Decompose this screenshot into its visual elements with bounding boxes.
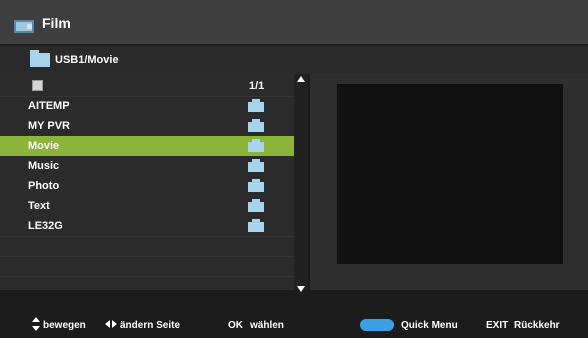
up-down-arrows-icon xyxy=(32,317,40,331)
divider xyxy=(0,276,294,277)
file-list: 1/1 AITEMP MY PVR Movie Music Photo Text… xyxy=(0,74,294,290)
footer-help-bar: bewegen ändern Seite OK wählen Quick Men… xyxy=(0,312,588,338)
list-item-label: MY PVR xyxy=(28,120,70,132)
list-item-label: Text xyxy=(28,200,50,212)
hint-quick-menu: Quick Menu xyxy=(401,320,458,331)
list-scrollbar[interactable] xyxy=(294,74,308,292)
divider xyxy=(0,236,294,237)
folder-icon xyxy=(248,219,264,232)
title-bar: Film xyxy=(0,0,588,44)
hint-change-page: ändern Seite xyxy=(120,320,181,331)
list-item[interactable]: Text xyxy=(0,196,294,216)
folder-icon xyxy=(248,139,264,152)
hint-ok-action: wählen xyxy=(250,320,284,331)
folder-icon xyxy=(248,179,264,192)
list-item-selected[interactable]: Movie xyxy=(0,136,294,156)
window-title: Film xyxy=(42,15,71,31)
parent-folder-icon xyxy=(32,80,43,91)
list-item[interactable]: Photo xyxy=(0,176,294,196)
preview-pane xyxy=(310,74,588,290)
usb-folder-icon xyxy=(30,50,50,67)
list-item-label: LE32G xyxy=(28,220,63,232)
list-item-label: Movie xyxy=(28,140,60,152)
list-item-label: AITEMP xyxy=(28,100,70,112)
breadcrumb: USB1/Movie xyxy=(0,46,588,74)
hint-exit-action: Rückkehr xyxy=(514,320,560,331)
left-right-arrows-icon xyxy=(105,320,117,328)
folder-icon xyxy=(248,119,264,132)
hint-ok-key: OK xyxy=(228,320,243,331)
divider xyxy=(0,256,294,257)
list-item-label: Music xyxy=(28,160,60,172)
film-icon xyxy=(14,20,34,33)
list-item[interactable]: AITEMP xyxy=(0,96,294,116)
preview-window xyxy=(337,84,563,264)
list-item[interactable]: MY PVR xyxy=(0,116,294,136)
parent-directory-row[interactable]: 1/1 xyxy=(0,76,294,96)
page-indicator: 1/1 xyxy=(249,80,265,92)
folder-icon xyxy=(248,99,264,112)
list-item[interactable]: LE32G xyxy=(0,216,294,236)
scroll-up-arrow-icon[interactable] xyxy=(297,76,305,82)
folder-icon xyxy=(248,159,264,172)
quick-menu-button-icon[interactable] xyxy=(360,319,394,331)
folder-icon xyxy=(248,199,264,212)
scroll-down-arrow-icon[interactable] xyxy=(297,286,305,292)
list-item[interactable]: Music xyxy=(0,156,294,176)
hint-move: bewegen xyxy=(43,320,86,331)
current-path: USB1/Movie xyxy=(55,54,119,66)
hint-exit-key: EXIT xyxy=(486,320,509,331)
list-item-label: Photo xyxy=(28,180,60,192)
